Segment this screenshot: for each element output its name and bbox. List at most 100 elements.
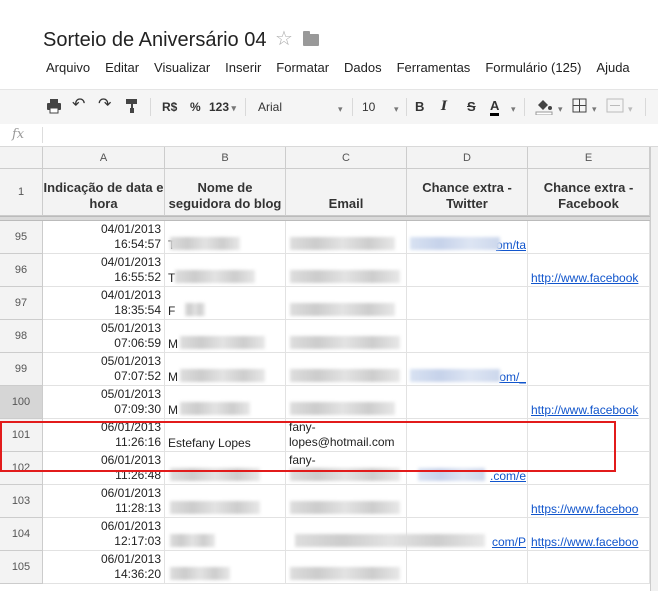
font-dropdown[interactable]: Arial (258, 99, 338, 115)
select-all-corner[interactable] (0, 147, 43, 169)
date-text: 04/01/2013 (100, 255, 161, 269)
formula-bar[interactable]: fx (0, 124, 658, 147)
date-text: 06/01/2013 (100, 552, 161, 566)
font-size-dropdown[interactable]: 10 (362, 99, 390, 115)
font-chevron-icon[interactable]: ▾ (338, 101, 343, 117)
menu-arquivo[interactable]: Arquivo (46, 60, 90, 75)
redacted-text (180, 369, 265, 382)
fill-chevron-icon[interactable]: ▾ (558, 101, 563, 117)
cell-d[interactable] (407, 485, 528, 518)
cell-d[interactable] (407, 287, 528, 320)
borders-icon[interactable] (572, 98, 587, 113)
bold-button[interactable]: B (415, 99, 424, 115)
row-header[interactable]: 104 (0, 518, 43, 551)
vertical-scrollbar[interactable] (650, 147, 658, 591)
row-header[interactable]: 101 (0, 419, 43, 452)
cell-d[interactable] (407, 386, 528, 419)
cell-d[interactable] (407, 551, 528, 584)
row-header[interactable]: 1 (0, 169, 43, 216)
cell-e[interactable] (528, 320, 650, 353)
cell-e[interactable] (528, 419, 650, 452)
row-header[interactable]: 105 (0, 551, 43, 584)
redacted-text (170, 501, 260, 514)
size-chevron-icon[interactable]: ▾ (394, 101, 399, 117)
star-icon[interactable]: ☆ (275, 28, 293, 50)
header-cell-e[interactable]: Chance extra - Facebook (528, 169, 650, 216)
redo-icon[interactable]: ↷ (98, 97, 111, 113)
date-text: 05/01/2013 (100, 387, 161, 401)
header-cell-c[interactable]: Email (286, 169, 407, 216)
col-header-a[interactable]: A (43, 147, 165, 169)
col-header-d[interactable]: D (407, 147, 528, 169)
fill-color-icon[interactable] (535, 97, 553, 115)
redacted-text (170, 567, 230, 580)
row-header[interactable]: 102 (0, 452, 43, 485)
cell-d[interactable] (407, 320, 528, 353)
time-text: 12:17:03 (114, 534, 161, 548)
redacted-text (170, 534, 215, 547)
date-text: 05/01/2013 (100, 354, 161, 368)
col-header-c[interactable]: C (286, 147, 407, 169)
menu-dados[interactable]: Dados (344, 60, 382, 75)
redacted-text (290, 402, 395, 415)
redacted-text (290, 369, 400, 382)
row-header[interactable]: 96 (0, 254, 43, 287)
date-text: 05/01/2013 (100, 321, 161, 335)
menu-ferramentas[interactable]: Ferramentas (397, 60, 471, 75)
folder-icon[interactable] (302, 31, 319, 46)
merge-chevron-icon[interactable]: ▾ (628, 101, 633, 117)
timestamp-text: 04/01/2013 16:54:57 (43, 221, 165, 254)
timestamp-text: 05/01/2013 07:06:59 (43, 320, 165, 353)
facebook-link[interactable]: http://www.facebook (531, 270, 649, 286)
header-cell-b[interactable]: Nome de seguidora do blog (165, 169, 286, 216)
menu-formulario[interactable]: Formulário (125) (485, 60, 581, 75)
strikethrough-button[interactable]: S (467, 99, 476, 115)
redacted-text (290, 567, 400, 580)
timestamp-text: 05/01/2013 07:09:30 (43, 386, 165, 419)
number-format-dropdown[interactable]: 123 (209, 99, 236, 116)
borders-chevron-icon[interactable]: ▾ (592, 101, 597, 117)
percent-button[interactable]: % (190, 99, 201, 115)
cell-e[interactable] (528, 287, 650, 320)
row-header[interactable]: 100 (0, 386, 43, 419)
menu-formatar[interactable]: Formatar (276, 60, 329, 75)
doc-title[interactable]: Sorteio de Aniversário 04 (43, 29, 266, 52)
text-color-chevron-icon[interactable]: ▾ (511, 101, 516, 117)
cell-e[interactable] (528, 452, 650, 485)
col-header-e[interactable]: E (528, 147, 650, 169)
facebook-link[interactable]: http://www.facebook (531, 402, 649, 418)
timestamp-text: 05/01/2013 07:07:52 (43, 353, 165, 386)
currency-button[interactable]: R$ (162, 99, 177, 115)
row-header[interactable]: 103 (0, 485, 43, 518)
redacted-text (290, 303, 395, 316)
row-header[interactable]: 97 (0, 287, 43, 320)
menu-ajuda[interactable]: Ajuda (596, 60, 629, 75)
print-icon[interactable] (46, 98, 62, 114)
header-cell-a[interactable]: Indicação de data e hora (43, 169, 165, 216)
redacted-text (170, 237, 240, 250)
header-text: Chance extra - Facebook (543, 180, 634, 211)
row-header[interactable]: 99 (0, 353, 43, 386)
menu-bar: Arquivo Editar Visualizar Inserir Format… (46, 60, 645, 75)
menu-inserir[interactable]: Inserir (225, 60, 261, 75)
cell-e[interactable] (528, 551, 650, 584)
redacted-link (410, 237, 500, 250)
row-header[interactable]: 98 (0, 320, 43, 353)
paint-format-icon[interactable] (124, 98, 140, 114)
date-text: 06/01/2013 (100, 486, 161, 500)
menu-visualizar[interactable]: Visualizar (154, 60, 210, 75)
text-color-button[interactable]: A (490, 99, 500, 116)
header-cell-d[interactable]: Chance extra - Twitter (407, 169, 528, 216)
undo-icon[interactable]: ↶ (72, 97, 85, 113)
redacted-text (290, 270, 400, 283)
cell-e[interactable] (528, 221, 650, 254)
facebook-link[interactable]: https://www.faceboo (531, 534, 649, 550)
menu-editar[interactable]: Editar (105, 60, 139, 75)
row-header[interactable]: 95 (0, 221, 43, 254)
merge-cells-icon[interactable] (606, 98, 624, 113)
italic-button[interactable]: I (441, 99, 447, 115)
col-header-b[interactable]: B (165, 147, 286, 169)
cell-e[interactable] (528, 353, 650, 386)
facebook-link[interactable]: https://www.faceboo (531, 501, 649, 517)
cell-d[interactable] (407, 254, 528, 287)
